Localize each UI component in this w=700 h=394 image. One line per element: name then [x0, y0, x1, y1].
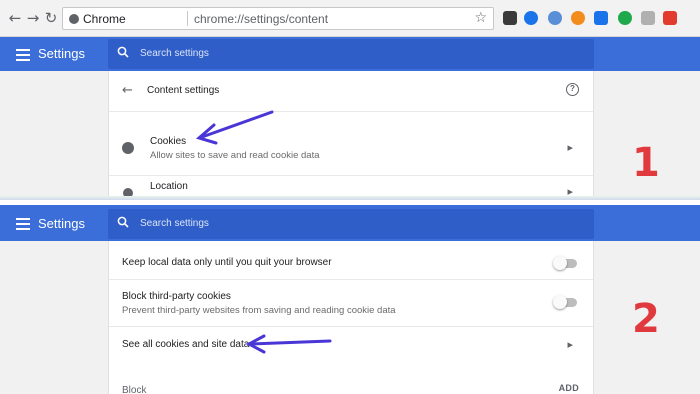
annotation-arrow-1 — [195, 110, 274, 145]
annotation-arrows — [195, 110, 332, 354]
annotation-arrow-2 — [245, 334, 332, 354]
